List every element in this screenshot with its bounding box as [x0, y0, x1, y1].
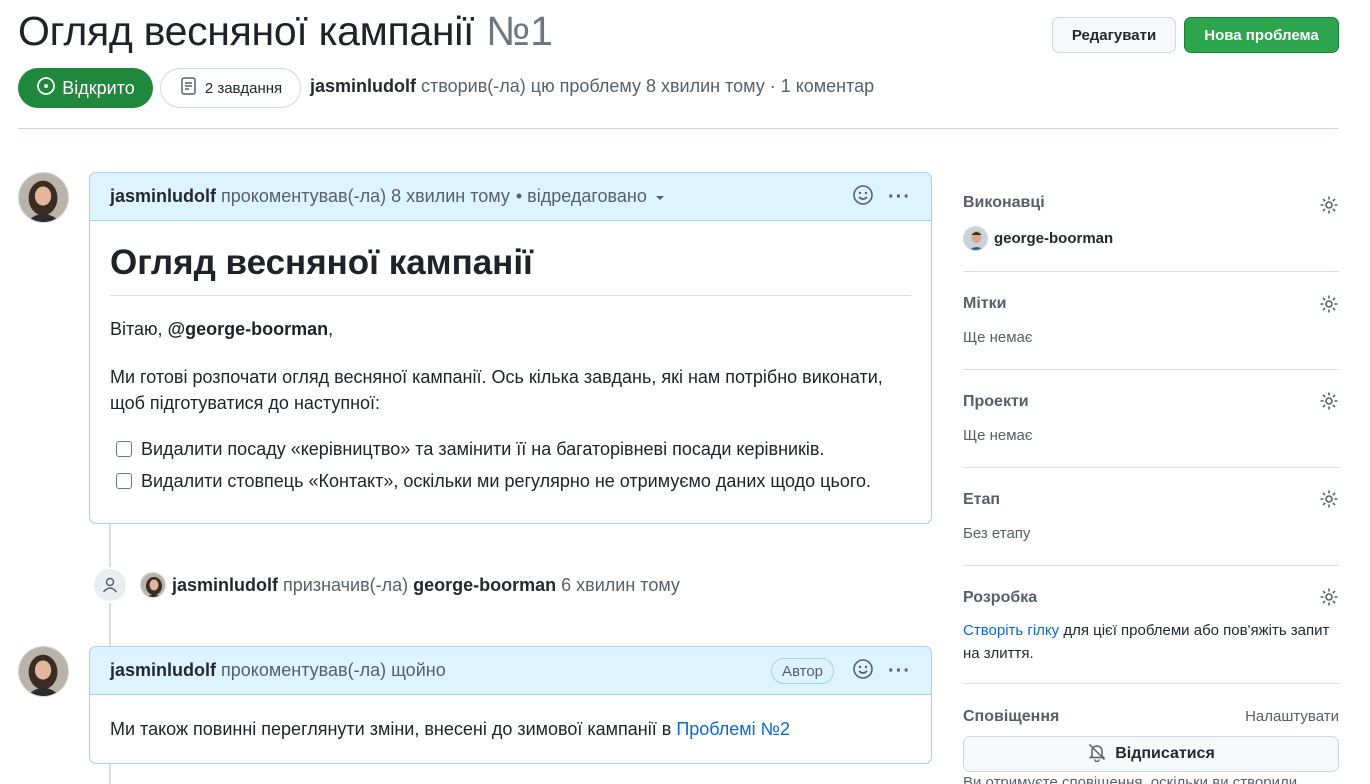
comment-action: прокоментував(-ла) 8 хвилин тому	[221, 186, 510, 206]
comment-text-body: Ми також повинні переглянути зміни, внес…	[110, 719, 677, 739]
comment: jasminludolf прокоментував(-ла) щойно Ав…	[89, 646, 932, 764]
task-item: Видалити посаду «керівництво» та замінит…	[110, 433, 911, 465]
bell-slash-icon	[1087, 742, 1107, 767]
tasklist-icon	[179, 76, 199, 100]
comment-header: jasminludolf прокоментував(-ла) щойно Ав…	[90, 647, 931, 695]
avatar[interactable]	[18, 646, 69, 697]
event-action: призначив(-ла)	[283, 574, 409, 595]
labels-value: Ще немає	[963, 329, 1033, 346]
caret-down-icon[interactable]	[655, 186, 665, 207]
notifications-title: Сповіщення	[963, 708, 1060, 725]
sidebar-notifications: Сповіщення Налаштувати Відписатися	[963, 684, 1339, 784]
kebab-icon[interactable]: ···	[888, 660, 911, 683]
smiley-icon[interactable]	[852, 184, 874, 211]
sidebar-labels: Мітки Ще немає	[963, 272, 1339, 370]
person-icon	[92, 567, 128, 603]
issue-open-icon	[36, 76, 56, 101]
avatar	[963, 226, 988, 251]
smiley-icon[interactable]	[852, 658, 874, 685]
greeting-prefix: Вітаю,	[110, 319, 168, 339]
status-label: Відкрито	[62, 77, 135, 98]
unsubscribe-button[interactable]: Відписатися	[963, 736, 1339, 772]
assignee-name: george-boorman	[994, 230, 1114, 247]
timeline-line	[109, 764, 111, 784]
event-target[interactable]: george-boorman	[413, 575, 556, 596]
issue-number: №1	[486, 8, 553, 54]
greeting-suffix: ,	[328, 319, 334, 339]
task-label: Видалити стовпець «Контакт», оскільки ми…	[141, 470, 872, 491]
projects-title: Проекти	[963, 393, 1029, 410]
sidebar-assignees: Виконавці george-boorman	[963, 180, 1339, 272]
assign-event: jasminludolf призначив(-ла) george-boorm…	[92, 567, 680, 603]
event-time[interactable]: 6 хвилин тому	[561, 575, 680, 596]
sidebar-milestone: Етап Без етапу	[963, 468, 1339, 566]
issue-meta: jasminludolf створив(-ла) цю проблему 8 …	[310, 76, 874, 97]
notifications-note: Ви отримуєте сповіщення, оскільки ви ств…	[963, 774, 1298, 784]
customize-link[interactable]: Налаштувати	[1245, 708, 1339, 725]
task-list: Видалити посаду «керівництво» та замінит…	[110, 433, 911, 497]
development-text: Створіть гілку для цієї проблеми або пов…	[963, 619, 1339, 665]
comment-author[interactable]: jasminludolf	[110, 186, 216, 207]
author-badge: Автор	[770, 658, 835, 684]
comment-heading: Огляд весняної кампанії	[110, 221, 911, 296]
mention-link[interactable]: @george-boorman	[168, 319, 329, 339]
gear-icon[interactable]	[1319, 391, 1339, 411]
gear-icon[interactable]	[1319, 489, 1339, 509]
projects-value: Ще немає	[963, 427, 1033, 444]
status-badge: Відкрито	[18, 68, 153, 108]
task-label: Видалити посаду «керівництво» та замінит…	[141, 438, 825, 459]
task-item: Видалити стовпець «Контакт», оскільки ми…	[110, 465, 911, 497]
assignee-item[interactable]: george-boorman	[963, 226, 1113, 251]
avatar[interactable]	[140, 572, 166, 598]
page-title: Огляд весняної кампанії	[18, 8, 475, 54]
gear-icon[interactable]	[1319, 587, 1339, 607]
tasks-badge[interactable]: 2 завдання	[160, 68, 301, 108]
comment: jasminludolf прокоментував(-ла) 8 хвилин…	[89, 172, 932, 524]
create-branch-link[interactable]: Створіть гілку	[963, 622, 1059, 639]
issue-title-row: Огляд весняної кампанії №1	[18, 8, 553, 55]
sidebar: Виконавці george-boorman Мітки Ще немає …	[963, 180, 1339, 784]
comment-header: jasminludolf прокоментував(-ла) 8 хвилин…	[90, 173, 931, 221]
new-issue-button[interactable]: Нова проблема	[1184, 17, 1339, 53]
labels-title: Мітки	[963, 295, 1007, 312]
task-checkbox[interactable]	[116, 441, 132, 457]
meta-author[interactable]: jasminludolf	[310, 76, 416, 96]
assignees-title: Виконавці	[963, 194, 1045, 211]
meta-text: створив(-ла) цю проблему 8 хвилин тому ·…	[421, 76, 875, 96]
event-actor[interactable]: jasminludolf	[172, 575, 278, 596]
milestone-title: Етап	[963, 491, 1001, 508]
sidebar-projects: Проекти Ще немає	[963, 370, 1339, 468]
milestone-value: Без етапу	[963, 525, 1031, 542]
tasks-label: 2 завдання	[204, 79, 283, 97]
comment-text: Ми також повинні переглянути зміни, внес…	[110, 716, 911, 742]
greeting: Вітаю, @george-boorman,	[110, 316, 911, 342]
gear-icon[interactable]	[1319, 195, 1339, 215]
edited-label[interactable]: • відредаговано	[516, 186, 647, 207]
issue-link[interactable]: Проблемі №2	[676, 719, 790, 739]
kebab-icon[interactable]: ···	[888, 186, 911, 209]
sidebar-development: Розробка Створіть гілку для цієї проблем…	[963, 566, 1339, 684]
unsubscribe-label: Відписатися	[1115, 745, 1215, 762]
avatar[interactable]	[18, 172, 69, 223]
comment-action: прокоментував(-ла) щойно	[221, 660, 446, 680]
task-checkbox[interactable]	[116, 473, 132, 489]
comment-author[interactable]: jasminludolf	[110, 660, 216, 681]
gear-icon[interactable]	[1319, 294, 1339, 314]
development-title: Розробка	[963, 589, 1038, 606]
header-divider	[18, 128, 1339, 129]
edit-button[interactable]: Редагувати	[1052, 17, 1176, 53]
comment-paragraph: Ми готові розпочати огляд весняної кампа…	[110, 367, 883, 413]
